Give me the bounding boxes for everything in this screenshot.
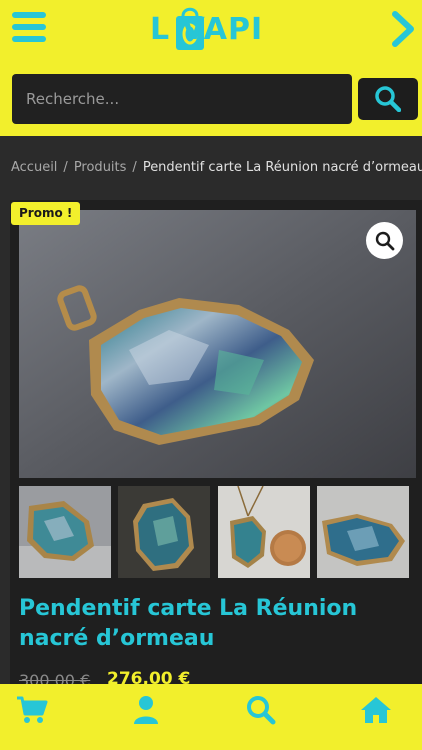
user-icon xyxy=(134,696,158,724)
search-icon xyxy=(247,696,276,725)
product-title: Pendentif carte La Réunion nacré d’ormea… xyxy=(19,596,358,651)
thumbnail-photo xyxy=(19,486,111,578)
zoom-button[interactable] xyxy=(366,222,403,259)
promo-badge: Promo ! xyxy=(11,202,81,225)
search-tab[interactable] xyxy=(241,690,281,730)
product-thumbnail[interactable] xyxy=(118,486,210,578)
product-thumbnail[interactable] xyxy=(218,486,310,578)
product-main-image[interactable] xyxy=(19,210,416,478)
pendant-photo xyxy=(19,210,416,478)
hamburger-menu-icon[interactable] xyxy=(12,12,46,46)
cart-tab[interactable] xyxy=(12,690,52,730)
product-thumbnail[interactable] xyxy=(317,486,409,578)
search-box xyxy=(12,74,352,124)
product-thumbnail[interactable] xyxy=(19,486,111,578)
logo[interactable]: L VAPI xyxy=(150,4,280,54)
magnifier-icon xyxy=(375,231,394,250)
search-icon xyxy=(375,86,401,112)
home-tab[interactable] xyxy=(356,690,396,730)
breadcrumb-current: Pendentif carte La Réunion nacré d’ormea… xyxy=(142,160,422,175)
breadcrumb-separator: / xyxy=(63,160,68,175)
search-button[interactable] xyxy=(358,78,418,120)
account-tab[interactable] xyxy=(126,690,166,730)
logo-text: L VAPI xyxy=(150,12,264,47)
breadcrumb-home-link[interactable]: Accueil xyxy=(11,160,57,175)
chevron-right-icon[interactable] xyxy=(390,10,416,48)
breadcrumb-separator: / xyxy=(132,160,137,175)
home-icon xyxy=(361,697,391,723)
breadcrumb: Accueil / Produits / Pendentif carte La Réun… xyxy=(11,160,422,175)
thumbnail-photo xyxy=(118,486,210,578)
breadcrumb-products-link[interactable]: Produits xyxy=(74,160,127,175)
cart-icon xyxy=(17,696,48,723)
search-input[interactable] xyxy=(12,74,352,124)
thumbnail-photo xyxy=(317,486,409,578)
thumbnail-photo xyxy=(218,486,310,578)
